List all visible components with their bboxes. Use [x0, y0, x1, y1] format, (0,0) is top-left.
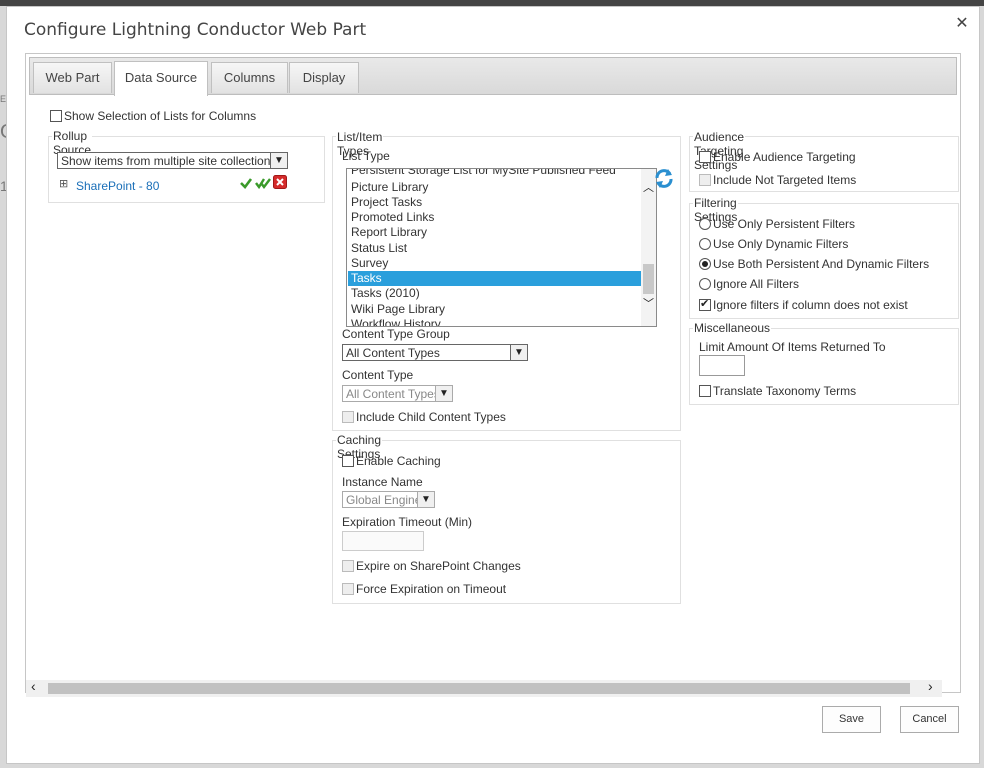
include-not-targeted-label: Include Not Targeted Items	[713, 173, 857, 187]
limit-items-label: Limit Amount Of Items Returned To	[699, 340, 886, 354]
expiration-timeout-label: Expiration Timeout (Min)	[342, 515, 473, 529]
list-scrollbar[interactable]: ︿ ﹀	[641, 169, 656, 326]
chevron-down-icon: ▼	[270, 153, 287, 168]
refresh-icon[interactable]	[653, 167, 675, 189]
list-item[interactable]: Tasks (2010)	[348, 286, 641, 301]
filter-radio-dynamic[interactable]	[699, 238, 711, 250]
list-item[interactable]: Picture Library	[348, 180, 641, 195]
tab-columns[interactable]: Columns	[211, 62, 288, 93]
show-selection-checkbox[interactable]	[50, 110, 62, 122]
expand-icon[interactable]: ⊞	[59, 177, 68, 190]
delete-icon[interactable]	[273, 175, 287, 189]
expire-sharepoint-label: Expire on SharePoint Changes	[356, 559, 521, 573]
filter-option-label: Use Only Dynamic Filters	[713, 237, 849, 251]
translate-taxonomy-label: Translate Taxonomy Terms	[713, 384, 857, 398]
rollup-scope-select[interactable]: Show items from multiple site collection…	[57, 152, 288, 169]
list-type-listbox[interactable]: Persistent Storage List for MySite Publi…	[346, 168, 657, 327]
rollup-scope-value: Show items from multiple site collection…	[61, 154, 277, 168]
filter-option-label: Use Only Persistent Filters	[713, 217, 856, 231]
content-type-group-label: Content Type Group	[342, 327, 450, 341]
filter-radio-persistent[interactable]	[699, 218, 711, 230]
ignore-missing-column-label: Ignore filters if column does not exist	[713, 298, 908, 312]
list-item[interactable]: Promoted Links	[348, 210, 641, 225]
expire-sharepoint-checkbox[interactable]	[342, 560, 354, 572]
tab-display[interactable]: Display	[289, 62, 359, 93]
cancel-button[interactable]: Cancel	[900, 706, 959, 733]
list-item[interactable]: Project Tasks	[348, 195, 641, 210]
limit-items-input[interactable]	[699, 355, 745, 376]
include-child-checkbox[interactable]	[342, 411, 354, 423]
list-item[interactable]: Report Library	[348, 225, 641, 240]
list-item[interactable]: Persistent Storage List for MySite Publi…	[348, 169, 641, 178]
filter-option-label: Ignore All Filters	[713, 277, 800, 291]
content-type-group-select[interactable]: All Content Types ▼	[342, 344, 528, 361]
close-icon[interactable]: ✕	[953, 15, 971, 33]
enable-audience-checkbox[interactable]	[699, 151, 711, 163]
enable-caching-label: Enable Caching	[356, 454, 441, 468]
filter-radio-ignore-all[interactable]	[699, 278, 711, 290]
scrollbar-thumb[interactable]	[643, 264, 654, 294]
chevron-down-icon: ▼	[435, 386, 452, 401]
double-check-icon[interactable]	[255, 176, 271, 190]
content-type-label: Content Type	[342, 368, 414, 382]
tab-bar: Web Part Data Source Columns Display	[29, 57, 957, 96]
horizontal-scrollbar[interactable]: ‹ ›	[26, 678, 942, 697]
instance-name-value: Global Engine	[346, 493, 422, 507]
content-type-group-value: All Content Types	[346, 346, 440, 360]
include-not-targeted-checkbox[interactable]	[699, 174, 711, 186]
save-button[interactable]: Save	[822, 706, 881, 733]
translate-taxonomy-checkbox[interactable]	[699, 385, 711, 397]
list-item-selected[interactable]: Tasks	[348, 271, 641, 286]
force-expiration-checkbox[interactable]	[342, 583, 354, 595]
list-item[interactable]: Workflow History	[348, 317, 641, 326]
tab-web-part[interactable]: Web Part	[33, 62, 112, 93]
chevron-down-icon[interactable]: ﹀	[643, 295, 654, 311]
ignore-missing-column-checkbox[interactable]	[699, 297, 711, 311]
list-item[interactable]: Wiki Page Library	[348, 302, 641, 317]
enable-caching-checkbox[interactable]	[342, 455, 354, 467]
configure-dialog: Configure Lightning Conductor Web Part ✕…	[6, 6, 980, 764]
chevron-left-icon[interactable]: ‹	[31, 678, 36, 694]
include-child-label: Include Child Content Types	[356, 410, 506, 424]
instance-name-label: Instance Name	[342, 475, 423, 489]
dialog-title: Configure Lightning Conductor Web Part	[24, 20, 367, 40]
expiration-timeout-input[interactable]	[342, 531, 424, 551]
enable-audience-label: Enable Audience Targeting	[713, 150, 856, 164]
instance-name-select[interactable]: Global Engine ▼	[342, 491, 435, 508]
list-item[interactable]: Status List	[348, 241, 641, 256]
content-type-select[interactable]: All Content Types ▼	[342, 385, 453, 402]
chevron-down-icon: ▼	[510, 345, 527, 360]
tab-data-source[interactable]: Data Source	[114, 61, 208, 96]
list-item[interactable]: Survey	[348, 256, 641, 271]
misc-legend: Miscellaneous	[693, 321, 772, 335]
check-icon[interactable]	[239, 176, 253, 190]
site-link-sharepoint-80[interactable]: SharePoint - 80	[76, 179, 159, 193]
filter-option-label: Use Both Persistent And Dynamic Filters	[713, 257, 930, 271]
chevron-down-icon: ▼	[417, 492, 434, 507]
show-selection-label: Show Selection of Lists for Columns	[64, 109, 257, 123]
content-type-value: All Content Types	[346, 387, 440, 401]
horizontal-scrollbar-thumb[interactable]	[48, 683, 910, 694]
filter-radio-both[interactable]	[699, 258, 711, 270]
force-expiration-label: Force Expiration on Timeout	[356, 582, 507, 596]
list-type-label: List Type	[342, 149, 390, 163]
chevron-right-icon[interactable]: ›	[928, 678, 933, 694]
